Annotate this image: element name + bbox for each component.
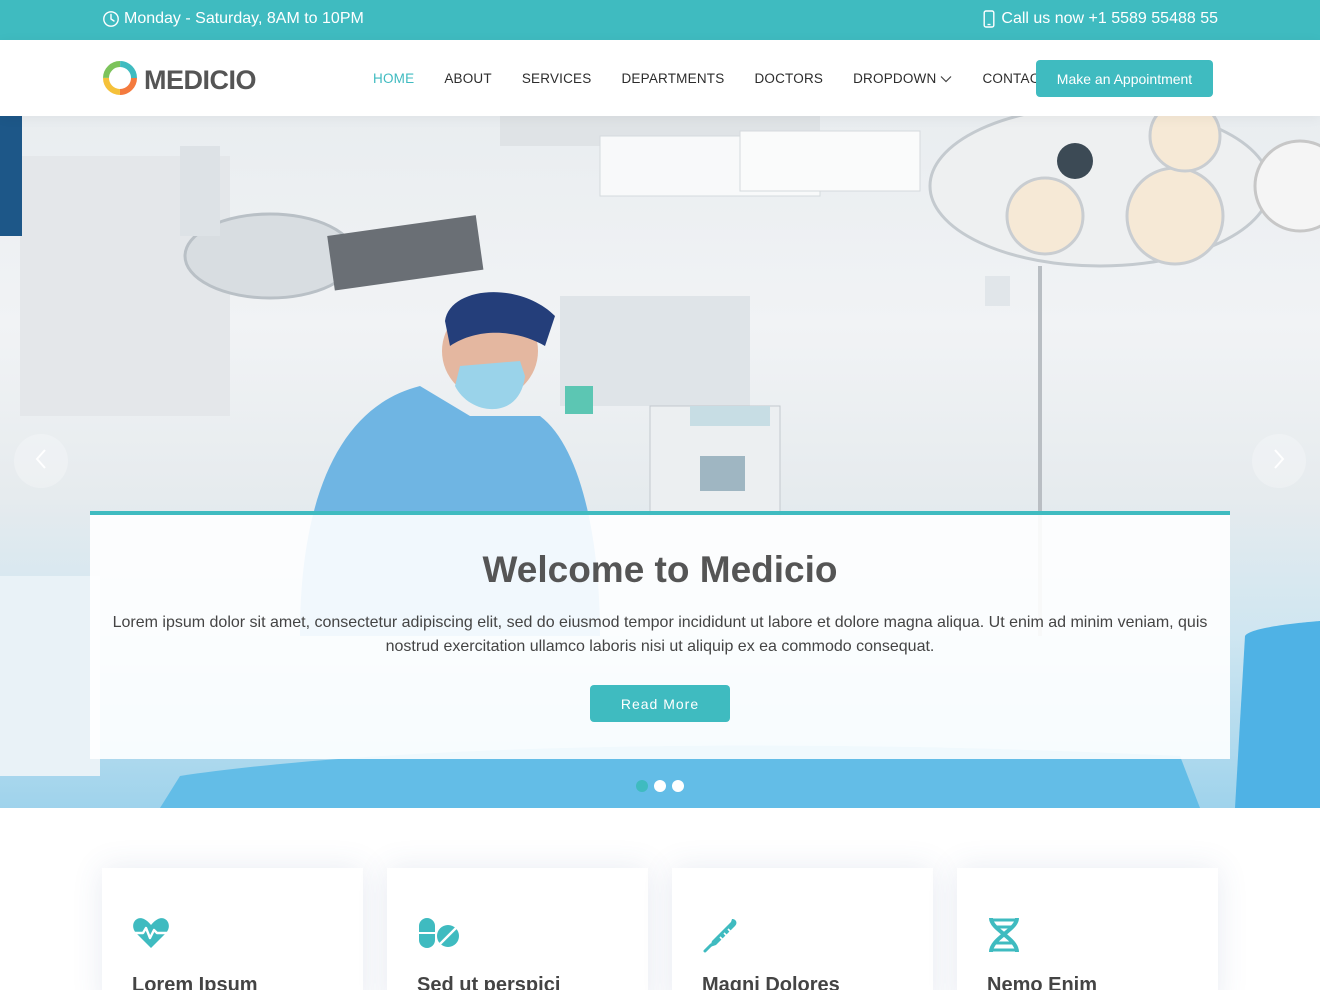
carousel-prev-button[interactable] <box>14 434 68 488</box>
nav-about[interactable]: ABOUT <box>444 71 492 86</box>
thermometer-icon <box>702 916 903 953</box>
hours-text: Monday - Saturday, 8AM to 10PM <box>124 10 364 27</box>
feature-card[interactable]: Sed ut perspici <box>387 868 648 990</box>
opening-hours: Monday - Saturday, 8AM to 10PM <box>102 10 364 28</box>
chevron-right-icon <box>1272 448 1286 475</box>
heart-pulse-icon <box>132 916 333 952</box>
clock-icon <box>102 10 120 28</box>
feature-title: Magni Dolores <box>702 974 840 990</box>
site-logo[interactable]: MEDICIO <box>102 60 257 101</box>
nav-home[interactable]: HOME <box>373 71 414 86</box>
chevron-left-icon <box>34 448 48 475</box>
feature-card[interactable]: Nemo Enim <box>957 868 1218 990</box>
capsule-pill-icon <box>417 916 618 952</box>
feature-card[interactable]: Lorem Ipsum <box>102 868 363 990</box>
nav-dropdown-label: DROPDOWN <box>853 70 937 86</box>
features-section: Lorem Ipsum Sed ut perspici Magni Dolore… <box>102 868 1218 990</box>
read-more-button[interactable]: Read More <box>590 685 730 722</box>
nav-services[interactable]: SERVICES <box>522 71 592 86</box>
carousel-next-button[interactable] <box>1252 434 1306 488</box>
top-bar: Monday - Saturday, 8AM to 10PM Call us n… <box>0 0 1320 40</box>
nav-doctors[interactable]: DOCTORS <box>754 71 823 86</box>
contact-phone[interactable]: Call us now +1 5589 55488 55 <box>983 10 1218 28</box>
hero-carousel: Welcome to Medicio Lorem ipsum dolor sit… <box>0 116 1320 808</box>
carousel-dot-3[interactable] <box>672 780 684 792</box>
feature-title: Lorem Ipsum <box>132 974 258 990</box>
main-nav: HOME ABOUT SERVICES DEPARTMENTS DOCTORS … <box>358 40 1063 116</box>
phone-text[interactable]: Call us now +1 5589 55488 55 <box>1001 10 1218 28</box>
nav-dropdown[interactable]: DROPDOWN <box>853 71 952 86</box>
site-header: MEDICIO HOME ABOUT SERVICES DEPARTMENTS … <box>0 40 1320 116</box>
logo-text: MEDICIO <box>144 65 257 95</box>
make-appointment-button[interactable]: Make an Appointment <box>1036 60 1213 97</box>
dna-icon <box>987 916 1188 953</box>
carousel-dot-1[interactable] <box>636 780 648 792</box>
chevron-down-icon <box>940 71 952 86</box>
carousel-indicators <box>636 780 684 792</box>
nav-departments[interactable]: DEPARTMENTS <box>621 71 724 86</box>
hero-welcome-box: Welcome to Medicio Lorem ipsum dolor sit… <box>90 511 1230 759</box>
feature-title: Nemo Enim <box>987 974 1098 990</box>
logo-ring-icon <box>102 60 138 101</box>
feature-title: Sed ut perspici <box>417 974 561 990</box>
phone-icon <box>983 10 995 28</box>
feature-card[interactable]: Magni Dolores <box>672 868 933 990</box>
hero-title: Welcome to Medicio <box>482 549 838 590</box>
carousel-dot-2[interactable] <box>654 780 666 792</box>
hero-description: Lorem ipsum dolor sit amet, consectetur … <box>112 614 1208 655</box>
